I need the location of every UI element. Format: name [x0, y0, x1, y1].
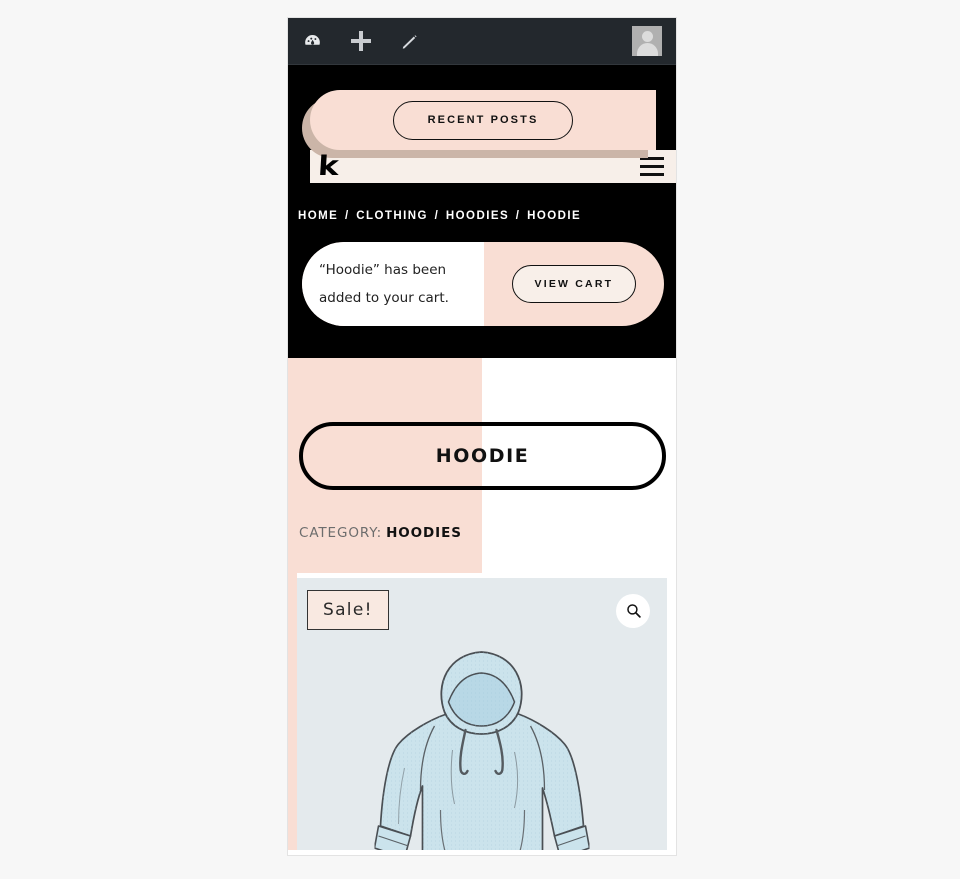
hamburger-bar: [640, 173, 664, 176]
breadcrumb: HOME / CLOTHING / HOODIES / HOODIE: [288, 183, 676, 222]
breadcrumb-separator: /: [515, 210, 521, 222]
breadcrumb-separator: /: [344, 210, 350, 222]
breadcrumb-item-home[interactable]: HOME: [298, 210, 338, 222]
product-category-label: CATEGORY:: [299, 524, 383, 541]
avatar-body: [636, 43, 658, 56]
product-summary: HOODIE CATEGORY: HOODIES Sale!: [288, 358, 676, 850]
edit-icon[interactable]: [399, 30, 421, 52]
recent-posts-button[interactable]: RECENT POSTS: [392, 100, 574, 140]
cart-notice-message-panel: “Hoodie” has been added to your cart.: [302, 242, 484, 326]
breadcrumb-item-clothing[interactable]: CLOTHING: [356, 210, 428, 222]
product-image[interactable]: [374, 640, 590, 850]
site-header: RECENT POSTS k HOME / CLOTHING / HOODIES…: [288, 65, 676, 358]
site-logo[interactable]: k: [317, 151, 340, 182]
breadcrumb-item-hoodie: HOODIE: [527, 210, 582, 222]
avatar-head: [641, 31, 653, 42]
header-bottom-spacer: [288, 326, 676, 358]
browser-viewport: RECENT POSTS k HOME / CLOTHING / HOODIES…: [288, 18, 676, 855]
product-gallery: Sale!: [297, 577, 667, 850]
hamburger-menu-icon[interactable]: [640, 157, 666, 176]
product-title-wrap: HOODIE: [288, 358, 676, 490]
breadcrumb-separator: /: [434, 210, 440, 222]
zoom-image-button[interactable]: [616, 593, 650, 628]
wordpress-admin-bar: [288, 18, 676, 65]
view-cart-button[interactable]: VIEW CART: [511, 264, 637, 304]
page-title: HOODIE: [299, 421, 666, 490]
new-content-icon[interactable]: [349, 29, 373, 53]
search-icon: [626, 604, 641, 618]
decorative-pink-rail: [288, 573, 297, 850]
recent-posts-bar: RECENT POSTS: [302, 90, 656, 158]
breadcrumb-item-hoodies[interactable]: HOODIES: [446, 210, 509, 222]
avatar[interactable]: [632, 26, 662, 56]
product-category: CATEGORY: HOODIES: [288, 525, 676, 541]
cart-notice-message: “Hoodie” has been added to your cart.: [319, 261, 449, 306]
product-category-value[interactable]: HOODIES: [386, 525, 462, 541]
dashboard-icon[interactable]: [302, 31, 323, 52]
hamburger-bar: [640, 165, 664, 168]
cart-notice: “Hoodie” has been added to your cart. VI…: [302, 242, 664, 326]
recent-posts-bar-surface: RECENT POSTS: [310, 90, 656, 150]
sale-badge: Sale!: [307, 589, 389, 630]
cart-notice-action-panel: VIEW CART: [484, 242, 664, 326]
